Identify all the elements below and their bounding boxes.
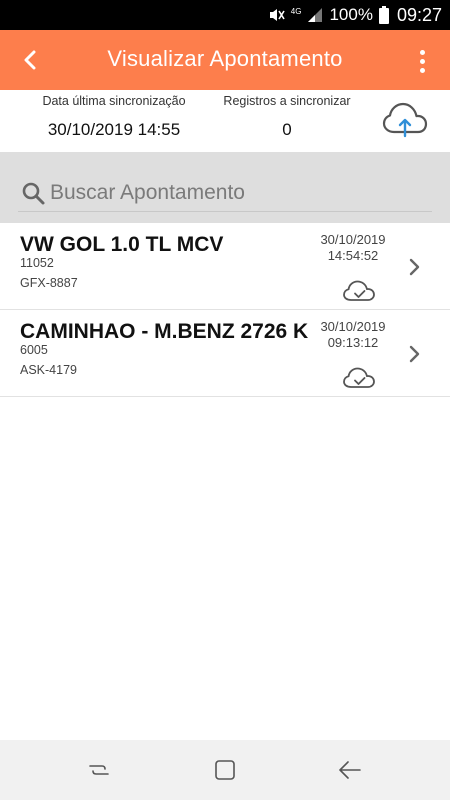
- recent-apps-icon[interactable]: [87, 758, 111, 782]
- pending-block: Registros a sincronizar 0: [212, 90, 362, 140]
- sync-panel: Data última sincronização 30/10/2019 14:…: [0, 90, 450, 152]
- mute-icon: [269, 9, 285, 21]
- cloud-done-icon: [343, 367, 375, 388]
- more-vert-icon: [419, 49, 425, 55]
- search-area: Buscar Apontamento: [0, 152, 450, 223]
- last-sync-label: Data última sincronização: [42, 94, 186, 108]
- app-bar: Visualizar Apontamento: [0, 30, 450, 90]
- clock: 09:27: [396, 4, 442, 25]
- chevron-right-icon: [409, 258, 420, 276]
- item-code: 6005: [20, 343, 48, 357]
- appointment-list: VW GOL 1.0 TL MCV 11052 GFX-8887 30/10/2…: [0, 223, 450, 397]
- search-input[interactable]: Buscar Apontamento: [18, 174, 432, 212]
- chevron-right-icon: [409, 345, 420, 363]
- cloud-done-icon: [343, 280, 375, 301]
- list-item[interactable]: VW GOL 1.0 TL MCV 11052 GFX-8887 30/10/2…: [0, 223, 450, 310]
- search-icon: [22, 182, 45, 204]
- network-icon: 4G: [290, 7, 302, 16]
- last-sync-block: Data última sincronização 30/10/2019 14:…: [28, 90, 200, 140]
- item-code: 11052: [20, 256, 54, 270]
- signal-icon: [308, 8, 323, 22]
- more-vert-icon-dot: [419, 67, 425, 73]
- pending-label: Registros a sincronizar: [223, 94, 351, 108]
- home-icon[interactable]: [213, 758, 237, 782]
- item-datetime: 30/10/2019 14:54:52: [308, 232, 398, 264]
- system-nav-bar: [0, 740, 450, 800]
- more-vert-icon-dot: [419, 58, 425, 64]
- item-title: VW GOL 1.0 TL MCV: [20, 233, 224, 256]
- battery-icon: [378, 6, 389, 24]
- item-date: 30/10/2019: [320, 232, 386, 247]
- back-nav-icon[interactable]: [338, 758, 362, 782]
- search-placeholder: Buscar Apontamento: [50, 180, 245, 204]
- item-datetime: 30/10/2019 09:13:12: [308, 319, 398, 351]
- page-title: Visualizar Apontamento: [107, 46, 343, 71]
- item-date: 30/10/2019: [320, 319, 386, 334]
- pending-value: 0: [282, 120, 292, 139]
- battery-percent: 100%: [329, 5, 373, 24]
- overflow-menu-button[interactable]: [412, 44, 432, 78]
- cloud-upload-icon[interactable]: [382, 100, 428, 140]
- item-time: 14:54:52: [327, 248, 379, 263]
- last-sync-value: 30/10/2019 14:55: [47, 120, 181, 139]
- status-bar: 4G 100% 09:27: [0, 0, 450, 30]
- item-time: 09:13:12: [327, 335, 379, 350]
- item-title: CAMINHAO - M.BENZ 2726 K: [20, 320, 309, 343]
- list-item[interactable]: CAMINHAO - M.BENZ 2726 K 6005 ASK-4179 3…: [0, 310, 450, 397]
- status-icons: 4G 100% 09:27: [267, 0, 442, 30]
- item-plate: GFX-8887: [20, 276, 78, 290]
- item-plate: ASK-4179: [20, 363, 77, 377]
